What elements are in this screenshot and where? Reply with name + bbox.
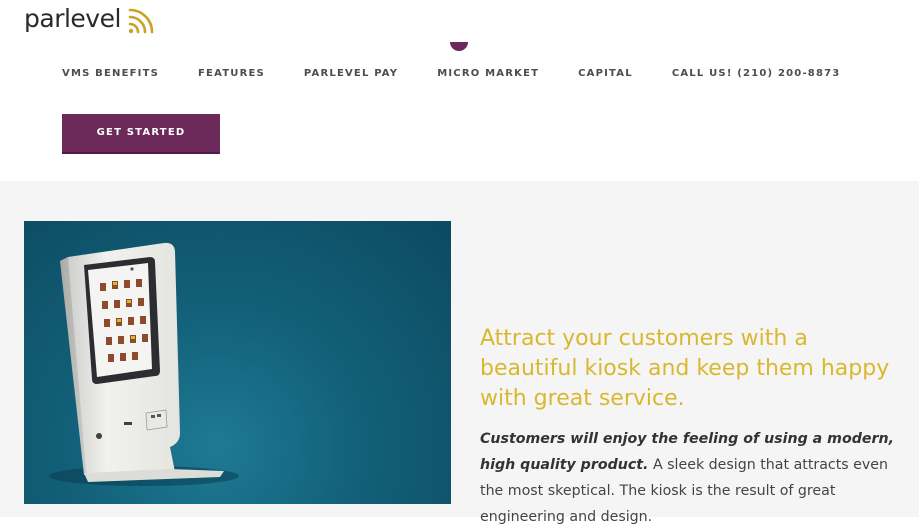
nav-call-us[interactable]: CALL US! (210) 200-8873: [672, 67, 841, 81]
kiosk-image: [24, 221, 451, 504]
parlevel-logo[interactable]: parlevel: [24, 0, 158, 34]
wifi-signal-icon: [128, 8, 154, 34]
kiosk-feature-section: Attract your customers with a beautiful …: [0, 181, 919, 525]
logo-wordmark: parlevel: [24, 4, 121, 33]
kiosk-illustration: [49, 242, 239, 486]
nav-micro-market[interactable]: MICRO MARKET: [437, 67, 539, 81]
nav-vms-benefits[interactable]: VMS BENEFITS: [62, 67, 159, 81]
active-indicator-dot: [450, 42, 468, 51]
nav-parlevel-pay[interactable]: PARLEVEL PAY: [304, 67, 398, 81]
get-started-button[interactable]: GET STARTED: [62, 114, 220, 154]
nav-capital[interactable]: CAPITAL: [578, 67, 633, 81]
main-navigation: VMS BENEFITS FEATURES PARLEVEL PAY MICRO…: [62, 67, 840, 81]
feature-description: Customers will enjoy the feeling of usin…: [480, 426, 910, 530]
feature-headline: Attract your customers with a beautiful …: [480, 326, 890, 411]
site-header: parlevel VMS BENEFITS FEATURES PARLEVEL …: [0, 0, 919, 181]
nav-features[interactable]: FEATURES: [198, 67, 265, 81]
